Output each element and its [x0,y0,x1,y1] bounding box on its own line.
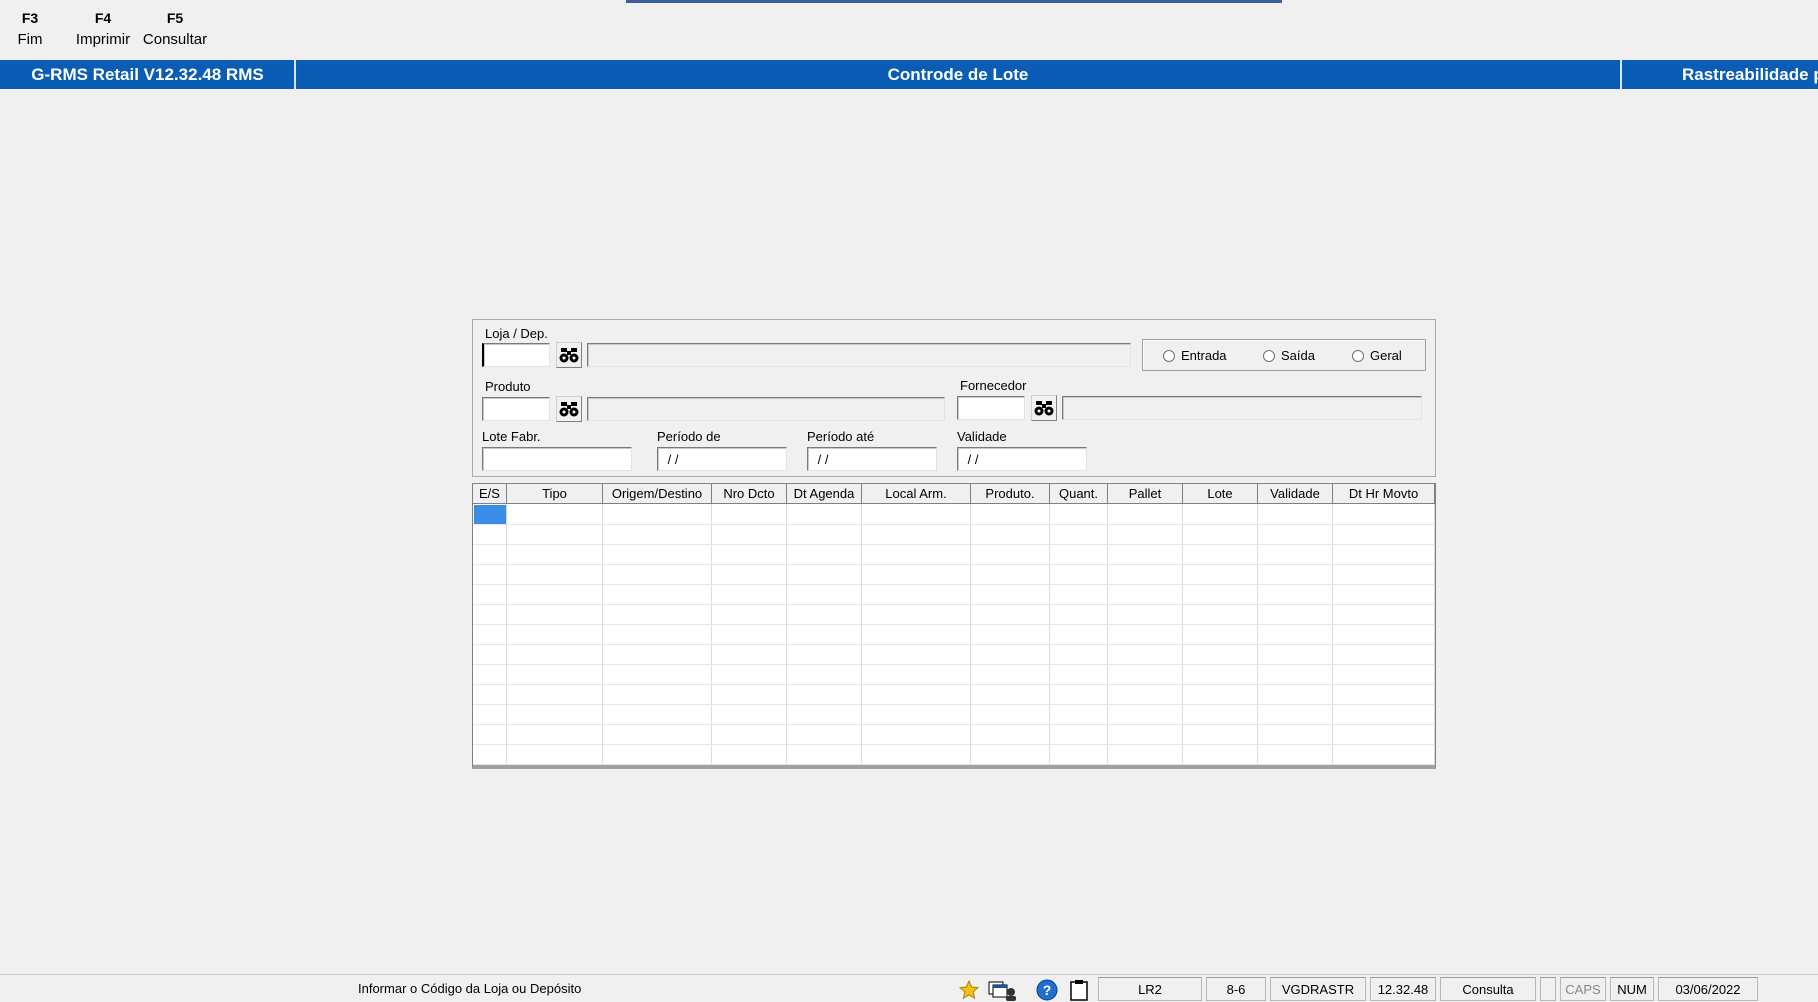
status-caps: CAPS [1560,977,1606,1001]
grid-row-divider [473,724,1435,725]
lote-movements-grid[interactable]: E/S Tipo Origem/Destino Nro Dcto Dt Agenda Lo… [472,483,1436,769]
binoculars-icon [559,348,579,363]
radio-circle-icon [1263,349,1275,362]
app-version-title: G-RMS Retail V12.32.48 RMS [31,65,264,84]
favorite-star-icon[interactable] [956,978,982,1002]
radio-label: Entrada [1181,348,1227,363]
grid-column-header[interactable]: Dt Hr Movto [1333,484,1435,503]
svg-text:?: ? [1043,982,1052,998]
grid-column-header[interactable]: Lote [1183,484,1258,503]
fkey-label: Consultar [142,31,208,48]
status-message: Informar o Código da Loja ou Depósito [358,981,582,996]
fornecedor-description-field [1062,396,1422,420]
binoculars-icon [559,402,579,417]
grid-row-divider [473,664,1435,665]
grid-column-header[interactable]: Local Arm. [862,484,971,503]
periodo-de-input[interactable] [657,447,787,471]
periodo-de-label: Período de [657,429,721,444]
radio-label: Geral [1370,348,1402,363]
fornecedor-input[interactable] [957,396,1025,420]
status-station: LR2 [1098,977,1202,1001]
radio-saida[interactable]: Saída [1263,348,1315,363]
loja-description-field [587,343,1131,367]
fkey-code: F4 [94,10,112,26]
clipboard-icon[interactable] [1066,978,1092,1002]
status-program: VGDRASTR [1270,977,1366,1001]
grid-column-header[interactable]: Origem/Destino [603,484,712,503]
grid-column-header[interactable]: Tipo [507,484,603,503]
windows-user-icon[interactable] [986,978,1020,1002]
grid-row-divider [473,564,1435,565]
movement-type-group: Entrada Saída Geral [1142,339,1426,371]
validade-input[interactable] [957,447,1087,471]
status-date: 03/06/2022 [1658,977,1758,1001]
grid-column-header[interactable]: Nro Dcto [712,484,787,503]
grid-column-header[interactable]: Dt Agenda [787,484,862,503]
lote-fabr-input[interactable] [482,447,632,471]
grid-selected-cell[interactable] [474,505,506,524]
grid-row-divider [473,624,1435,625]
fornecedor-search-button[interactable] [1031,395,1057,421]
module-title: Rastreabilidade p [1682,65,1818,84]
grid-column-header[interactable]: Quant. [1050,484,1108,503]
produto-description-field [587,397,945,421]
periodo-ate-input[interactable] [807,447,937,471]
f3-fim-button[interactable]: F3 Fim [10,8,50,52]
fornecedor-label: Fornecedor [960,378,1027,393]
filter-panel: Loja / Dep. Entrada Saída Geral Produto … [472,319,1436,477]
loja-dep-label: Loja / Dep. [485,326,548,341]
fkey-code: F5 [166,10,184,26]
binoculars-icon [1034,401,1054,416]
periodo-ate-label: Período até [807,429,875,444]
fkey-label: Imprimir [75,31,131,48]
produto-search-button[interactable] [556,396,582,422]
radio-circle-icon [1352,349,1364,362]
grid-row-divider [473,604,1435,605]
status-num: NUM [1610,977,1654,1001]
grid-column-header[interactable]: Produto. [971,484,1050,503]
radio-entrada[interactable]: Entrada [1163,348,1227,363]
grid-row-divider [473,524,1435,525]
grid-row-divider [473,584,1435,585]
grid-row-divider [473,764,1435,765]
grid-row-divider [473,704,1435,705]
loja-dep-input[interactable] [482,343,550,367]
validade-label: Validade [957,429,1007,444]
lote-fabr-label: Lote Fabr. [482,429,541,444]
grid-row-divider [473,744,1435,745]
grid-header: E/S Tipo Origem/Destino Nro Dcto Dt Agenda Lo… [473,484,1435,504]
grid-column-header[interactable]: Validade [1258,484,1333,503]
window-top-edge [626,0,1282,3]
screen-title: Controde de Lote [887,65,1029,84]
produto-label: Produto [485,379,531,394]
radio-label: Saída [1281,348,1315,363]
radio-geral[interactable]: Geral [1352,348,1402,363]
status-bar: Informar o Código da Loja ou Depósito ? … [0,974,1818,1002]
grid-column-header[interactable]: Pallet [1108,484,1183,503]
help-icon[interactable]: ? [1034,978,1060,1002]
grid-row-divider [473,544,1435,545]
radio-circle-icon [1163,349,1175,362]
f4-imprimir-button[interactable]: F4 Imprimir [70,8,136,52]
produto-input[interactable] [482,397,550,421]
fkey-label: Fim [17,31,43,48]
grid-column-header[interactable]: E/S [473,484,507,503]
status-blank [1540,977,1556,1001]
loja-search-button[interactable] [556,342,582,368]
title-bar: G-RMS Retail V12.32.48 RMS Controde de L… [0,60,1818,89]
fkey-code: F3 [21,10,39,26]
status-version: 12.32.48 [1370,977,1436,1001]
f5-consultar-button[interactable]: F5 Consultar [140,8,210,52]
status-code: 8-6 [1206,977,1266,1001]
grid-row-divider [473,644,1435,645]
status-mode: Consulta [1440,977,1536,1001]
grid-row-divider [473,684,1435,685]
